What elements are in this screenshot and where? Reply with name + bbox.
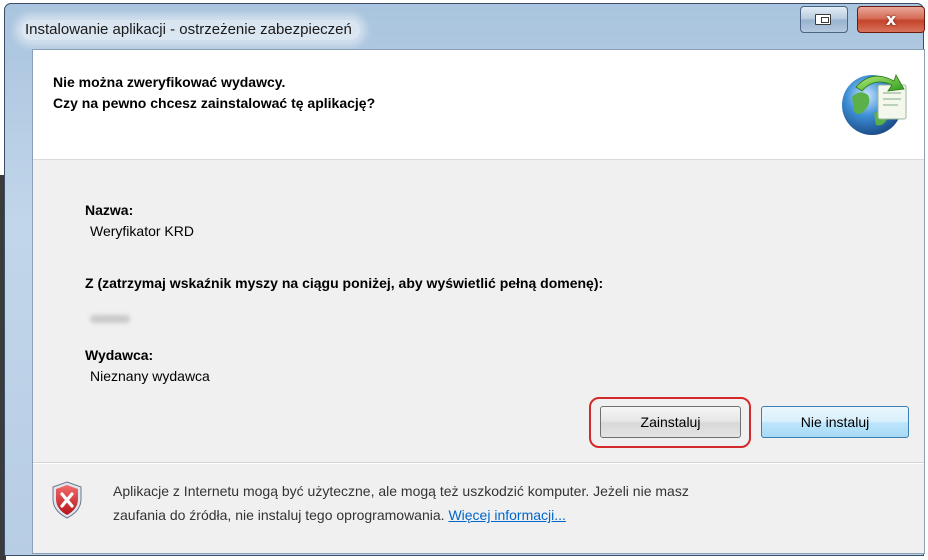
dialog-client-area: Nie można zweryfikować wydawcy. Czy na p… <box>32 49 925 554</box>
close-button[interactable]: x <box>857 6 925 33</box>
header-question-line: Czy na pewno chcesz zainstalować tę apli… <box>53 95 376 111</box>
window-title: Instalowanie aplikacji - ostrzeżenie zab… <box>21 20 360 40</box>
footer-warning-text: Aplikacje z Internetu mogą być użyteczne… <box>113 479 893 527</box>
more-info-link[interactable]: Więcej informacji... <box>448 507 565 523</box>
header-band: Nie można zweryfikować wydawcy. Czy na p… <box>33 50 924 160</box>
footer-band: Aplikacje z Internetu mogą być użyteczne… <box>33 462 924 553</box>
name-label: Nazwa: <box>85 202 134 218</box>
footer-text-line-2-text: zaufania do źródła, nie instaluj tego op… <box>113 507 445 523</box>
from-label: Z (zatrzymaj wskaźnik myszy na ciągu pon… <box>85 275 604 291</box>
footer-text-line-2: zaufania do źródła, nie instaluj tego op… <box>113 503 893 527</box>
shield-warning-icon <box>52 481 82 519</box>
window-switch-icon <box>815 14 831 25</box>
dialog-window: Instalowanie aplikacji - ostrzeżenie zab… <box>4 3 925 556</box>
publisher-value: Nieznany wydawca <box>90 368 210 384</box>
minimize-button[interactable] <box>800 6 848 33</box>
globe-install-icon <box>842 74 907 135</box>
dont-install-button[interactable]: Nie instaluj <box>761 406 909 438</box>
publisher-label: Wydawca: <box>85 347 154 363</box>
header-warning-line: Nie można zweryfikować wydawcy. <box>53 74 286 90</box>
footer-text-line-1: Aplikacje z Internetu mogą być użyteczne… <box>113 483 689 499</box>
name-value: Weryfikator KRD <box>90 223 194 239</box>
blurred-domain[interactable] <box>90 315 130 323</box>
install-button[interactable]: Zainstaluj <box>600 406 741 438</box>
title-bar[interactable]: Instalowanie aplikacji - ostrzeżenie zab… <box>5 4 925 44</box>
